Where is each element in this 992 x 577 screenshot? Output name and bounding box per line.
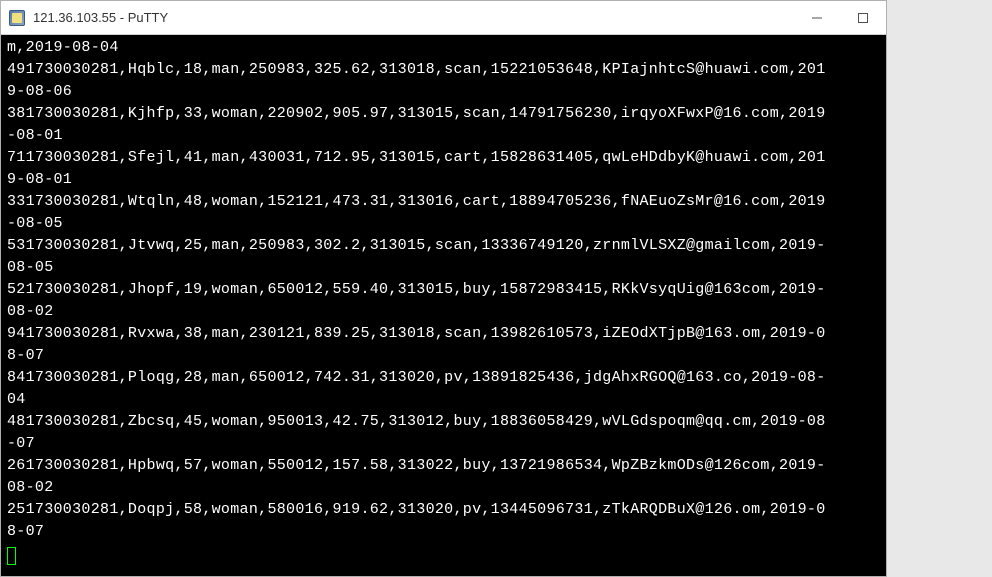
maximize-button[interactable]: [840, 1, 886, 34]
minimize-button[interactable]: [794, 1, 840, 34]
terminal-cursor: [7, 547, 16, 565]
maximize-icon: [858, 13, 868, 23]
terminal-output[interactable]: m,2019-08-04 491730030281,Hqblc,18,man,2…: [1, 35, 886, 576]
titlebar[interactable]: 121.36.103.55 - PuTTY: [1, 1, 886, 35]
putty-icon: [9, 10, 25, 26]
window-controls: [794, 1, 886, 34]
window-title: 121.36.103.55 - PuTTY: [33, 10, 794, 25]
app-window: 121.36.103.55 - PuTTY m,2019-08-04 49173…: [0, 0, 887, 577]
minimize-icon: [812, 13, 822, 23]
